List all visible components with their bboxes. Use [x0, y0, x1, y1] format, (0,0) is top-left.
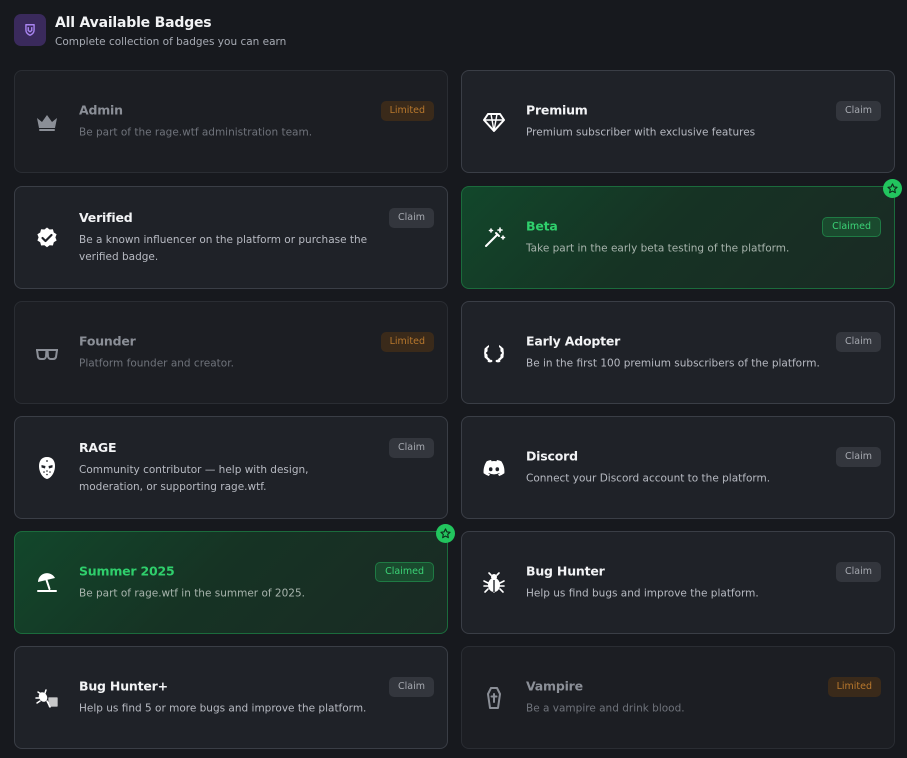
badge-description: Premium subscriber with exclusive featur… [526, 126, 756, 138]
star-icon [436, 524, 455, 543]
page-title: All Available Badges [55, 15, 212, 31]
badge-description: Be a known influencer on the platform or… [79, 233, 368, 263]
limited-badge: Limited [380, 332, 434, 352]
claim-button[interactable]: Claim [836, 332, 881, 352]
badge-title: Discord [526, 448, 578, 463]
badge-title: Admin [79, 102, 123, 117]
claim-button[interactable]: Claim [389, 438, 434, 458]
badge-title: Founder [79, 333, 136, 348]
badge-title: Bug Hunter+ [79, 678, 168, 693]
claim-button[interactable]: Claim [389, 208, 434, 228]
limited-badge: Limited [380, 101, 434, 121]
badge-card-founder: Founder Platform founder and creator. Li… [14, 301, 448, 404]
badge-description: Be a vampire and drink blood. [526, 702, 685, 714]
page-header: All Available Badges Complete collection… [14, 14, 286, 49]
verified-check-icon [35, 226, 59, 250]
badge-description: Platform founder and creator. [79, 357, 234, 369]
badge-card-bug-hunter-plus: Bug Hunter+ Help us find 5 or more bugs … [14, 646, 448, 749]
claim-button[interactable]: Claim [836, 562, 881, 582]
star-icon [883, 179, 902, 198]
badge-description: Take part in the early beta testing of t… [526, 242, 790, 254]
magic-wand-icon [482, 226, 506, 250]
badge-card-summer-2025: Summer 2025 Be part of rage.wtf in the s… [14, 524, 455, 634]
hockey-mask-icon [35, 456, 59, 480]
badge-card-vampire: Vampire Be a vampire and drink blood. Li… [461, 646, 895, 749]
badge-title: RAGE [79, 439, 117, 455]
badge-description: Be in the first 100 premium subscribers … [526, 357, 820, 369]
badge-description: Connect your Discord account to the plat… [526, 472, 771, 484]
diamond-icon [482, 110, 506, 134]
limited-badge: Limited [827, 677, 881, 697]
badge-description: Be part of rage.wtf in the summer of 202… [79, 587, 305, 599]
beach-umbrella-icon [35, 571, 59, 595]
claimed-badge: Claimed [822, 217, 881, 237]
badge-title: Beta [526, 218, 558, 233]
shield-icon [14, 14, 46, 46]
claim-button[interactable]: Claim [836, 447, 881, 467]
page-subtitle: Complete collection of badges you can ea… [55, 36, 287, 48]
badge-title: Summer 2025 [79, 563, 175, 578]
badge-card-verified: Verified Be a known influencer on the pl… [14, 186, 448, 289]
badge-description: Help us find 5 or more bugs and improve … [79, 702, 367, 714]
badge-card-discord: Discord Connect your Discord account to … [461, 416, 895, 519]
badge-card-beta: Beta Take part in the early beta testing… [461, 179, 902, 289]
badge-title: Bug Hunter [526, 563, 605, 578]
bug-net-icon [35, 686, 59, 710]
coffin-icon [482, 686, 506, 710]
badge-title: Premium [526, 102, 588, 117]
badge-title: Early Adopter [526, 333, 621, 348]
badge-title: Vampire [526, 678, 583, 693]
badge-description: Be part of the rage.wtf administration t… [79, 126, 313, 138]
claimed-badge: Claimed [375, 562, 434, 582]
glasses-icon [35, 341, 59, 365]
badge-title: Verified [79, 209, 133, 225]
claim-button[interactable]: Claim [389, 677, 434, 697]
laurel-icon [482, 341, 506, 365]
bug-icon [482, 571, 506, 595]
discord-icon [482, 456, 506, 480]
badge-card-rage: RAGE Community contributor — help with d… [14, 416, 448, 519]
claim-button[interactable]: Claim [836, 101, 881, 121]
badge-description: Community contributor — help with design… [79, 463, 309, 493]
badge-card-early-adopter: Early Adopter Be in the first 100 premiu… [461, 301, 895, 404]
badge-card-admin: Admin Be part of the rage.wtf administra… [14, 70, 448, 173]
badge-description: Help us find bugs and improve the platfo… [526, 587, 759, 599]
crown-icon [35, 110, 59, 134]
badge-card-bug-hunter: Bug Hunter Help us find bugs and improve… [461, 531, 895, 634]
badge-card-premium: Premium Premium subscriber with exclusiv… [461, 70, 895, 173]
